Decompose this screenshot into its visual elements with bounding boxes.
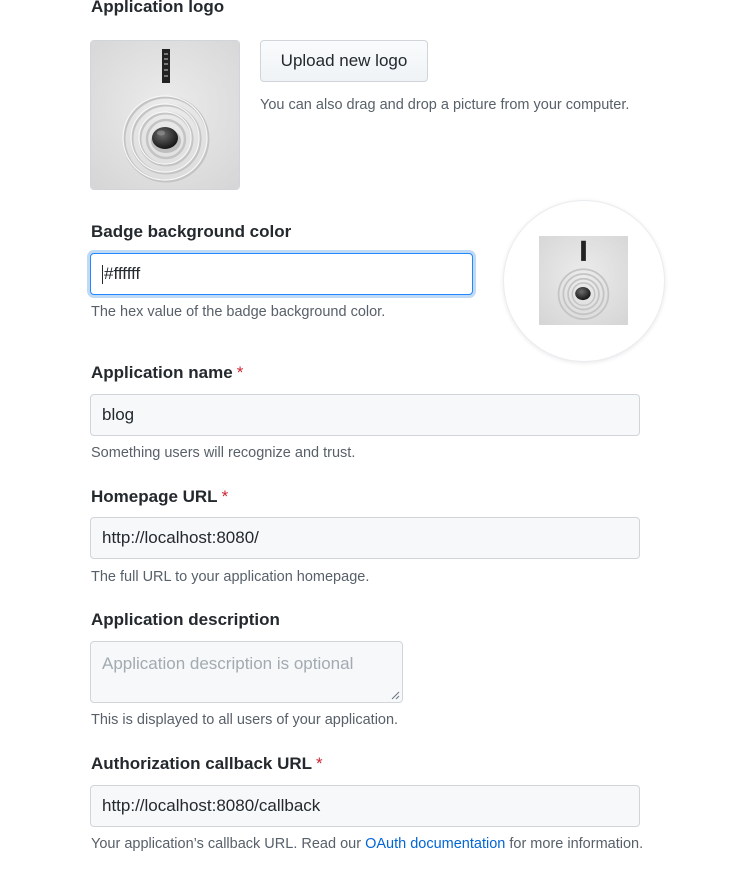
badge-color-value: #ffffff [104, 264, 141, 283]
app-description-note: This is displayed to all users of your a… [91, 712, 399, 728]
callback-url-note: Your application’s callback URL. Read ou… [91, 836, 644, 852]
badge-color-note: The hex value of the badge background co… [91, 304, 386, 320]
badge-color-input[interactable]: #ffffff [90, 253, 473, 295]
homepage-url-input[interactable]: http://localhost:8080/ [90, 517, 640, 559]
drag-drop-hint: You can also drag and drop a picture fro… [260, 97, 630, 113]
required-asterisk: * [236, 363, 244, 382]
badge-preview-image [539, 236, 628, 325]
badge-color-label: Badge background color [91, 222, 292, 241]
required-asterisk: * [221, 487, 229, 506]
resize-grip-icon[interactable] [391, 691, 400, 700]
app-name-input[interactable]: blog [90, 394, 640, 436]
app-description-placeholder: Application description is optional [102, 654, 354, 673]
app-name-value: blog [102, 405, 135, 424]
logo-label: Application logo [91, 0, 225, 16]
zen-stone-badge-icon [539, 236, 628, 325]
oauth-documentation-link[interactable]: OAuth documentation [365, 836, 505, 852]
required-asterisk: * [316, 754, 323, 773]
logo-preview[interactable] [90, 40, 240, 190]
callback-url-input[interactable]: http://localhost:8080/callback [90, 785, 640, 827]
oauth-app-form: Application logo Upload new logo You can… [0, 0, 741, 872]
app-name-note: Something users will recognize and trust… [91, 445, 356, 461]
app-name-label: Application name * [91, 363, 244, 382]
zen-stone-logo-image [91, 41, 239, 189]
app-description-textarea[interactable]: Application description is optional [90, 641, 403, 703]
homepage-url-value: http://localhost:8080/ [102, 528, 259, 547]
homepage-url-note: The full URL to your application homepag… [91, 569, 370, 585]
text-caret [102, 264, 103, 284]
callback-url-value: http://localhost:8080/callback [102, 796, 321, 815]
badge-preview [503, 200, 665, 362]
app-description-label: Application description [91, 610, 280, 629]
callback-url-label: Authorization callback URL * [91, 754, 323, 773]
homepage-url-label: Homepage URL * [91, 487, 229, 506]
upload-logo-button[interactable]: Upload new logo [260, 40, 428, 82]
